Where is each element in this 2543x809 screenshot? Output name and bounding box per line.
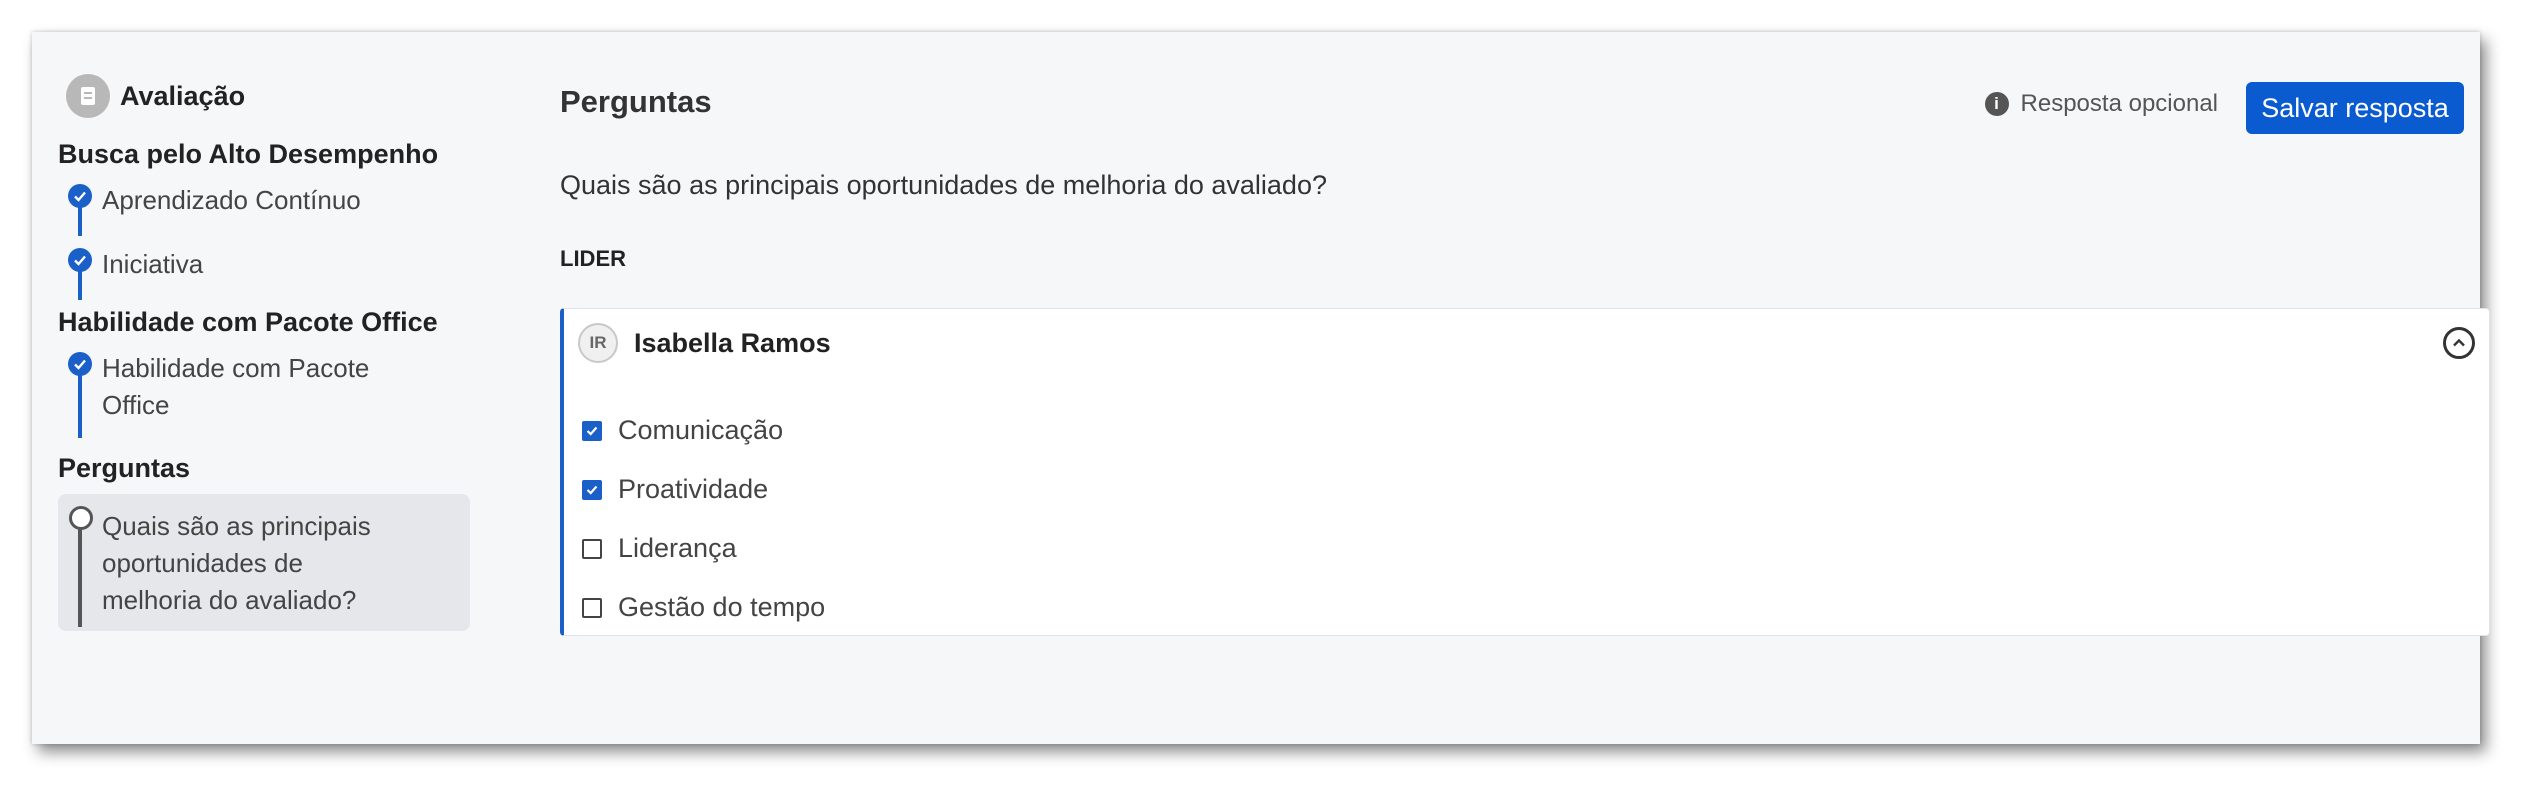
sidebar-step-label: Aprendizado Contínuo — [102, 185, 361, 215]
chevron-up-icon[interactable] — [2443, 327, 2475, 359]
checkbox-checked[interactable] — [582, 479, 602, 500]
option-label: Comunicação — [618, 415, 784, 445]
main-content: Perguntas i Resposta opcional Salvar res… — [528, 32, 2490, 744]
current-step-pin-icon — [69, 506, 93, 530]
sidebar-step-iniciativa[interactable]: Iniciativa — [58, 246, 470, 300]
question-text: Quais são as principais oportunidades de… — [560, 170, 1327, 200]
options-list: Comunicação Proatividade Liderança Gestã… — [582, 401, 825, 637]
option-proatividade[interactable]: Proatividade — [582, 460, 825, 519]
checkbox-unchecked[interactable] — [582, 538, 602, 559]
info-icon: i — [1984, 92, 2009, 116]
response-card: IR Isabella Ramos Comunicação Proativida… — [560, 308, 2490, 636]
option-label: Liderança — [618, 533, 737, 563]
optional-response-note: i Resposta opcional — [1984, 90, 2218, 118]
respondent-name: Isabella Ramos — [634, 327, 831, 358]
sidebar-step-habilidade[interactable]: Habilidade com Pacote Office — [58, 350, 470, 442]
sidebar-step-label-line: Quais são as principais — [102, 511, 371, 541]
checkbox-unchecked[interactable] — [582, 597, 602, 618]
option-gestao-do-tempo[interactable]: Gestão do tempo — [582, 578, 825, 637]
sidebar-step-label: Iniciativa — [102, 249, 204, 279]
sidebar-section-heading: Busca pelo Alto Desempenho — [58, 139, 439, 169]
respondent-header: IR Isabella Ramos — [578, 323, 831, 363]
app-window: Avaliação Busca pelo Alto Desempenho Apr… — [32, 32, 2490, 744]
check-pin-icon — [68, 352, 92, 376]
check-pin-icon — [68, 184, 92, 208]
sidebar-step-label-line: oportunidades de — [102, 548, 303, 578]
sidebar-step-label-line: melhoria do avaliado? — [102, 585, 357, 615]
page-title: Perguntas — [560, 84, 712, 119]
sidebar-step-label-line: Office — [102, 390, 170, 420]
sidebar-section-heading: Perguntas — [58, 453, 191, 483]
sidebar-step-label-line: Habilidade com Pacote — [102, 353, 370, 383]
option-label: Proatividade — [618, 474, 769, 504]
save-response-button[interactable]: Salvar resposta — [2246, 82, 2464, 134]
option-lideranca[interactable]: Liderança — [582, 519, 825, 578]
option-label: Gestão do tempo — [618, 592, 826, 622]
sidebar-step-current-question[interactable]: Quais são as principais oportunidades de… — [58, 494, 470, 631]
avatar: IR — [578, 323, 618, 363]
checkbox-checked[interactable] — [582, 420, 602, 441]
evaluation-icon — [66, 74, 110, 118]
sidebar-step-aprendizado[interactable]: Aprendizado Contínuo — [58, 182, 470, 246]
sidebar-header: Avaliação — [66, 72, 470, 120]
sidebar-section-heading: Habilidade com Pacote Office — [58, 307, 438, 337]
optional-response-label: Resposta opcional — [2020, 90, 2218, 117]
sidebar-title: Avaliação — [120, 80, 246, 111]
check-pin-icon — [68, 248, 92, 272]
sidebar: Avaliação Busca pelo Alto Desempenho Apr… — [58, 72, 470, 631]
group-label: LIDER — [560, 246, 626, 271]
option-comunicacao[interactable]: Comunicação — [582, 401, 825, 460]
